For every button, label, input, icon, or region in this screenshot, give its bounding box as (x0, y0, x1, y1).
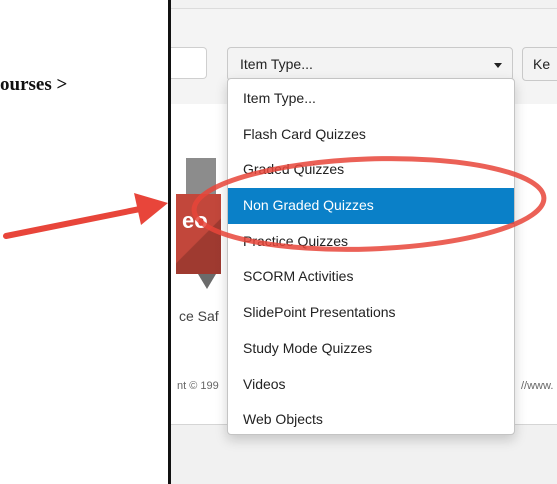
search-input[interactable] (171, 47, 207, 79)
dropdown-item-flash-card-quizzes[interactable]: Flash Card Quizzes (228, 117, 514, 153)
dropdown-item-item-type[interactable]: Item Type... (228, 81, 514, 117)
copyright-text: nt © 199 (177, 380, 219, 392)
chevron-down-icon (494, 62, 502, 68)
item-type-select-value: Item Type... (240, 56, 313, 72)
item-type-select[interactable]: Item Type... (227, 47, 513, 81)
course-thumbnail[interactable]: eo (176, 150, 221, 295)
dropdown-item-non-graded-quizzes[interactable]: Non Graded Quizzes (228, 188, 514, 224)
dropdown-item-scorm-activities[interactable]: SCORM Activities (228, 259, 514, 295)
course-title[interactable]: ce Saf (179, 308, 219, 324)
item-type-dropdown: Item Type... Flash Card Quizzes Graded Q… (227, 78, 515, 435)
dropdown-item-practice-quizzes[interactable]: Practice Quizzes (228, 224, 514, 260)
dropdown-item-web-objects[interactable]: Web Objects (228, 402, 514, 438)
app-window: Item Type... Ke eo ce Saf nt © 199 //www… (168, 0, 557, 484)
dropdown-item-slidepoint-presentations[interactable]: SlidePoint Presentations (228, 295, 514, 331)
dropdown-item-videos[interactable]: Videos (228, 367, 514, 403)
dropdown-item-study-mode-quizzes[interactable]: Study Mode Quizzes (228, 331, 514, 367)
dropdown-item-graded-quizzes[interactable]: Graded Quizzes (228, 152, 514, 188)
video-thumbnail-label: eo (176, 194, 221, 274)
keyword-select[interactable]: Ke (522, 47, 557, 81)
thumbnail-stand-shape (198, 274, 216, 289)
breadcrumb: ourses > (0, 74, 68, 95)
window-top-strip (171, 0, 557, 9)
footer-link[interactable]: //www. (521, 380, 553, 392)
thumbnail-top-shape (186, 158, 216, 198)
